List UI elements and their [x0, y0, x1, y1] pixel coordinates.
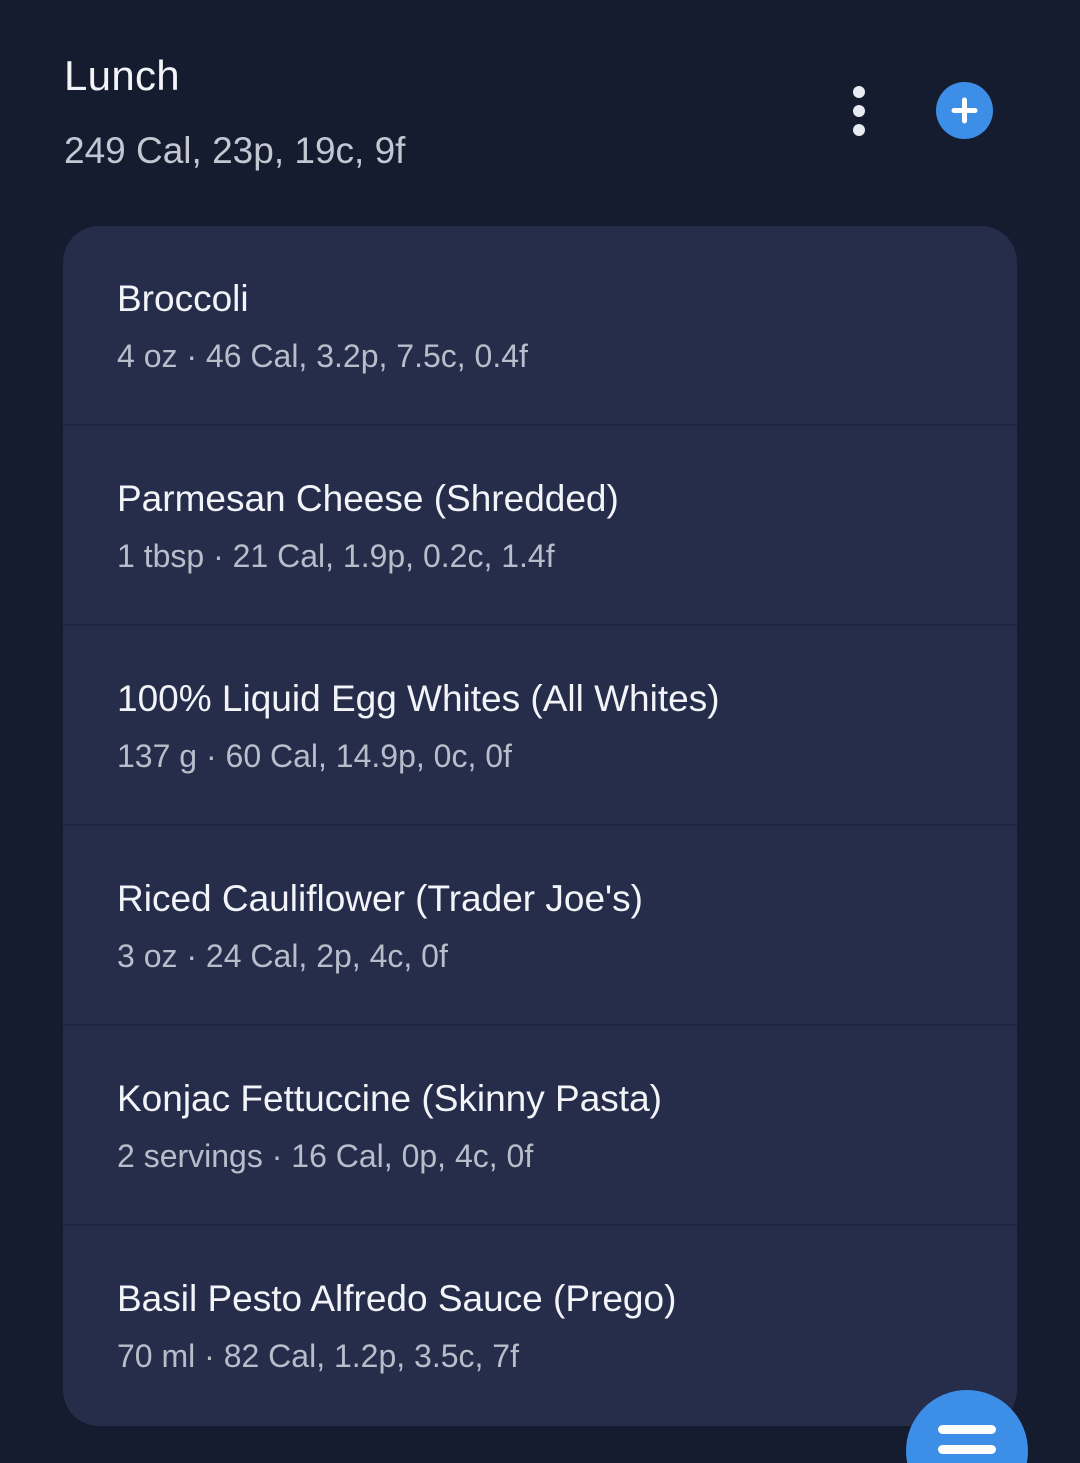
food-item-name: Riced Cauliflower (Trader Joe's)	[117, 878, 643, 919]
meal-title: Lunch	[64, 52, 180, 99]
food-item[interactable]: Basil Pesto Alfredo Sauce (Prego) 70 ml …	[63, 1226, 1017, 1426]
food-list-card: Broccoli 4 oz · 46 Cal, 3.2p, 7.5c, 0.4f…	[63, 226, 1017, 1426]
add-food-button[interactable]	[936, 82, 993, 139]
meal-nutrition-summary: 249 Cal, 23p, 19c, 9f	[64, 130, 406, 171]
food-item-name: Basil Pesto Alfredo Sauce (Prego)	[117, 1278, 677, 1319]
food-item-name: Parmesan Cheese (Shredded)	[117, 478, 619, 519]
food-item-detail: 4 oz · 46 Cal, 3.2p, 7.5c, 0.4f	[117, 338, 528, 374]
plus-icon	[951, 97, 978, 124]
food-item-detail: 70 ml · 82 Cal, 1.2p, 3.5c, 7f	[117, 1338, 519, 1374]
food-item-detail: 2 servings · 16 Cal, 0p, 4c, 0f	[117, 1138, 534, 1174]
food-item-name: Konjac Fettuccine (Skinny Pasta)	[117, 1078, 662, 1119]
more-options-button[interactable]	[836, 80, 882, 142]
food-item-name: 100% Liquid Egg Whites (All Whites)	[117, 678, 720, 719]
food-item[interactable]: Konjac Fettuccine (Skinny Pasta) 2 servi…	[63, 1026, 1017, 1226]
food-item-name: Broccoli	[117, 278, 249, 319]
meal-screen: Lunch 249 Cal, 23p, 19c, 9f Broccoli 4 o…	[0, 0, 1080, 1463]
food-item[interactable]: Parmesan Cheese (Shredded) 1 tbsp · 21 C…	[63, 426, 1017, 626]
food-item[interactable]: Broccoli 4 oz · 46 Cal, 3.2p, 7.5c, 0.4f	[63, 226, 1017, 426]
food-item-detail: 137 g · 60 Cal, 14.9p, 0c, 0f	[117, 738, 512, 774]
food-item[interactable]: 100% Liquid Egg Whites (All Whites) 137 …	[63, 626, 1017, 826]
food-item-detail: 1 tbsp · 21 Cal, 1.9p, 0.2c, 1.4f	[117, 538, 555, 574]
food-item[interactable]: Riced Cauliflower (Trader Joe's) 3 oz · …	[63, 826, 1017, 1026]
food-item-detail: 3 oz · 24 Cal, 2p, 4c, 0f	[117, 938, 448, 974]
